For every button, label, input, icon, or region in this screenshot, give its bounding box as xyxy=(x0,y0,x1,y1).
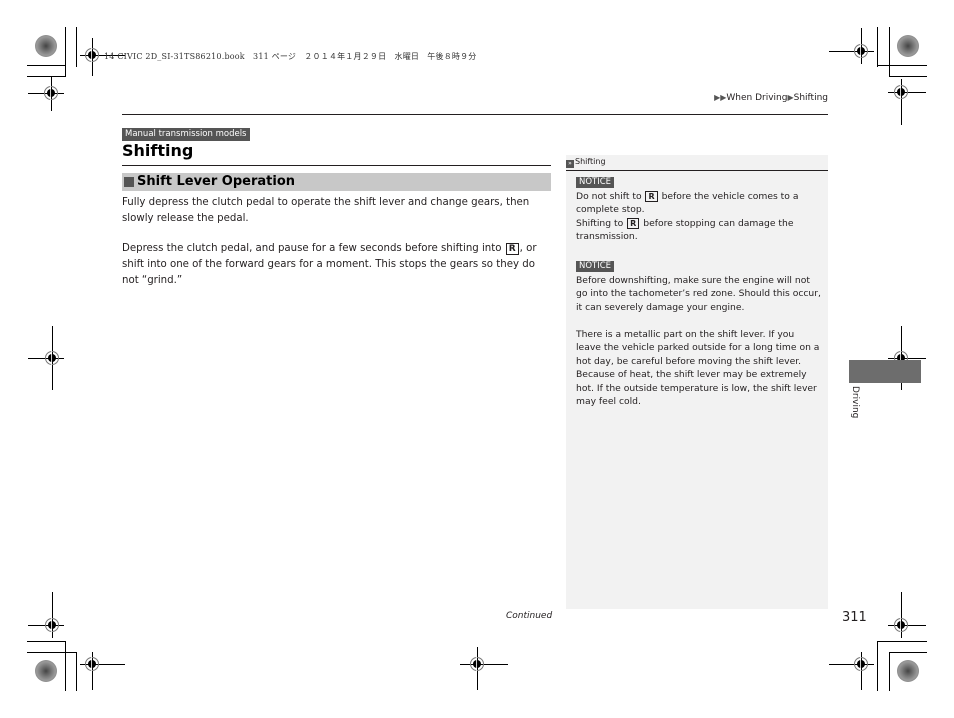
breadcrumb-item-shifting[interactable]: Shifting xyxy=(794,93,828,103)
model-applicability-tag: Manual transmission models xyxy=(122,128,250,141)
notice-downshift-text: Before downshifting, make sure the engin… xyxy=(576,275,821,313)
crop-mark xyxy=(27,641,66,642)
registration-mark-icon xyxy=(894,615,908,635)
color-registration-dot-bottom-left xyxy=(35,660,57,682)
registration-mark-icon xyxy=(894,82,908,102)
reverse-gear-key-icon: R xyxy=(505,243,519,255)
notice-badge: NOTICE xyxy=(576,261,615,272)
crop-mark xyxy=(877,641,878,691)
notice-text: Shifting to xyxy=(576,217,627,229)
reverse-gear-key-icon: R xyxy=(645,191,658,202)
crop-mark xyxy=(65,641,66,691)
title-divider xyxy=(122,165,551,166)
color-registration-dot-top-left xyxy=(35,35,57,57)
crop-mark xyxy=(889,76,927,77)
breadcrumb-item-when-driving[interactable]: When Driving xyxy=(726,93,787,103)
registration-mark-icon xyxy=(854,41,868,61)
color-registration-dot-bottom-right xyxy=(897,660,919,682)
section-heading-text: Shift Lever Operation xyxy=(137,174,296,189)
continued-label: Continued xyxy=(506,611,553,621)
crop-mark xyxy=(889,27,890,77)
section-heading: Shift Lever Operation xyxy=(122,173,551,191)
registration-mark-icon xyxy=(45,615,59,635)
registration-mark-icon xyxy=(470,654,484,674)
registration-mark-icon xyxy=(45,348,59,368)
crop-mark xyxy=(877,27,878,67)
paragraph-clutch-operation: Fully depress the clutch pedal to operat… xyxy=(122,197,530,224)
sidebar-divider xyxy=(566,170,828,171)
header-divider xyxy=(122,114,828,115)
crop-mark xyxy=(889,652,890,691)
paragraph-text: Depress the clutch pedal, and pause for … xyxy=(122,243,505,254)
crop-mark xyxy=(76,652,77,691)
crop-mark xyxy=(65,27,66,77)
breadcrumb: ▶▶When Driving▶Shifting xyxy=(714,93,828,103)
sidebar-header-text: Shifting xyxy=(575,157,606,166)
shift-lever-heat-note: There is a metallic part on the shift le… xyxy=(576,329,820,408)
triangle-right-icon: ▶▶ xyxy=(714,93,727,102)
reverse-gear-key-icon: R xyxy=(627,217,640,229)
notice-badge: NOTICE xyxy=(576,177,615,188)
sidebar-header: » Shifting xyxy=(566,155,828,170)
crop-mark xyxy=(27,65,66,66)
crop-mark xyxy=(27,652,77,653)
chapter-tab[interactable] xyxy=(849,360,921,383)
chapter-tab-label: Driving xyxy=(850,386,860,419)
notice-text: Do not shift to xyxy=(576,191,645,202)
registration-mark-icon xyxy=(85,45,99,65)
color-registration-dot-top-right xyxy=(897,35,919,57)
paragraph-reverse-shift: Depress the clutch pedal, and pause for … xyxy=(122,241,554,289)
registration-mark-icon xyxy=(85,654,99,674)
crop-mark xyxy=(76,27,77,67)
crop-mark xyxy=(877,641,927,642)
double-chevron-icon: » xyxy=(566,160,574,168)
registration-mark-icon xyxy=(854,654,868,674)
print-file-info: 14 CIVIC 2D_SI-31TS86210.book 311 ページ ２０… xyxy=(104,52,477,61)
registration-mark-icon xyxy=(44,83,58,103)
notice-reverse-text: Do not shift to R before the vehicle com… xyxy=(576,190,821,244)
crop-mark xyxy=(27,76,66,77)
square-bullet-icon xyxy=(124,177,134,187)
crop-mark xyxy=(877,65,927,66)
crop-mark xyxy=(889,652,927,653)
page-number: 311 xyxy=(842,610,867,625)
page-title: Shifting xyxy=(122,141,194,160)
crosshair-line xyxy=(460,664,508,665)
